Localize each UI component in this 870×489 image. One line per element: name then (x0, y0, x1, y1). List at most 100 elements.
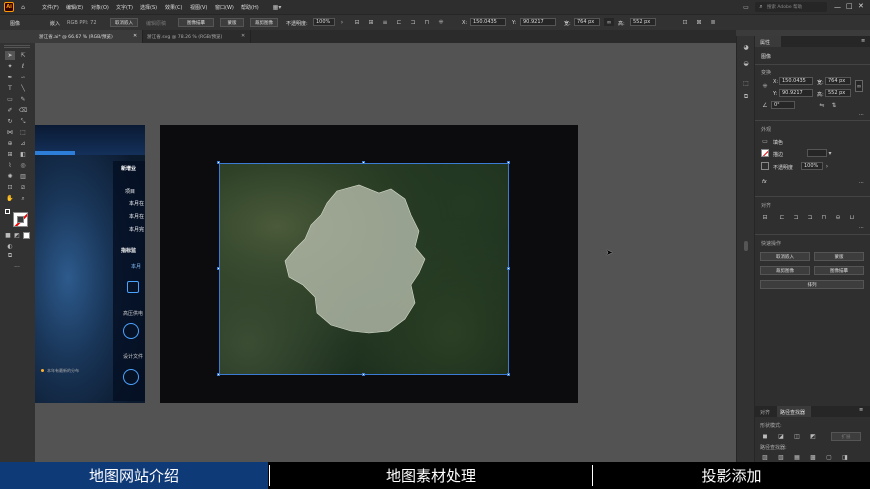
menu-item-edit[interactable]: 编辑(E) (66, 4, 83, 11)
color-panel-icon[interactable]: ◕ (740, 42, 752, 52)
artboard-tool-icon[interactable]: ⊡ (5, 183, 15, 192)
prop-y-input[interactable]: 90.9217 (779, 89, 813, 97)
close-button[interactable]: ✕ (858, 2, 864, 10)
eraser-tool-icon[interactable]: ⌫ (18, 106, 28, 115)
home-icon[interactable]: ⌂ (18, 2, 28, 12)
more-options-icon[interactable]: ··· (859, 225, 864, 231)
tab-document-ai[interactable]: 浙江省.ai* @ 66.67 % (RGB/预览) ✕ (35, 30, 143, 43)
align-icon[interactable]: ⊟ (352, 18, 362, 26)
menu-item-type[interactable]: 文字(T) (116, 4, 133, 11)
align-left-icon[interactable]: ⊏ (777, 213, 787, 221)
panel-menu-icon[interactable]: ≡ (861, 38, 865, 44)
lasso-tool-icon[interactable]: ℓ (18, 62, 28, 71)
rotate-tool-icon[interactable]: ↻ (5, 117, 15, 126)
main-artboard[interactable] (160, 125, 578, 403)
menu-item-view[interactable]: 视图(V) (190, 4, 207, 11)
zhejiang-region-overlay[interactable] (219, 163, 509, 375)
color-mode-icon[interactable]: ■ (4, 232, 12, 239)
libraries-panel-icon[interactable]: ◒ (740, 58, 752, 68)
resize-handle-br[interactable] (507, 373, 510, 376)
width-tool-icon[interactable]: ⋈ (5, 128, 15, 137)
minimize-button[interactable]: — (834, 3, 841, 11)
isolate-icon[interactable]: ⊡ (680, 18, 690, 26)
effects-fx-icon[interactable]: fx (762, 179, 767, 185)
workspace-switcher-icon[interactable]: ▦▾ (270, 2, 284, 12)
tab-close-icon[interactable]: ✕ (241, 33, 245, 39)
crop-image-button[interactable]: 裁剪图像 (250, 18, 278, 27)
control-h-input[interactable]: 552 px (630, 18, 656, 26)
resize-handle-tr[interactable] (507, 161, 510, 164)
stroke-swatch[interactable] (761, 149, 769, 157)
minus-back-icon[interactable]: ◨ (840, 453, 850, 461)
control-y-input[interactable]: 90.9217 (520, 18, 556, 26)
divide-icon[interactable]: ▨ (760, 453, 770, 461)
swatches-panel-icon[interactable]: ⬚ (740, 78, 752, 88)
control-x-input[interactable]: 150.0435 (470, 18, 506, 26)
arrange-documents-icon[interactable]: ▭ (741, 2, 751, 12)
draw-mode-icon[interactable]: ◐ (5, 242, 15, 250)
control-menu-icon[interactable]: ≣ (708, 18, 718, 26)
symbol-sprayer-tool-icon[interactable]: ✺ (5, 172, 15, 181)
fill-stroke-widget[interactable] (5, 209, 29, 231)
crop-icon[interactable]: ▩ (808, 453, 818, 461)
slice-tool-icon[interactable]: ⧄ (18, 183, 28, 192)
image-trace-button[interactable]: 图像描摹 (178, 18, 214, 27)
reference-point-icon[interactable]: ⁜ (760, 81, 770, 91)
control-w-input[interactable]: 764 px (574, 18, 600, 26)
opacity-input[interactable]: 100% (313, 18, 335, 26)
align-top-icon[interactable]: ⊓ (422, 18, 432, 26)
paintbrush-tool-icon[interactable]: ✎ (18, 95, 28, 104)
align-right-icon[interactable]: ⊐ (805, 213, 815, 221)
none-mode-icon[interactable] (23, 232, 30, 239)
satellite-image[interactable] (219, 163, 509, 375)
mask-button[interactable]: 蒙版 (220, 18, 244, 27)
swap-fill-stroke-icon[interactable] (5, 209, 10, 214)
opacity-input[interactable]: 100% (801, 162, 823, 170)
resize-handle-tl[interactable] (217, 161, 220, 164)
select-similar-icon[interactable]: ⊠ (694, 18, 704, 26)
stroke-weight-input[interactable] (807, 149, 827, 157)
line-tool-icon[interactable]: ╲ (18, 84, 28, 93)
stroke-swatch[interactable] (17, 216, 24, 223)
dock-scrollbar[interactable] (744, 241, 748, 251)
more-options-icon[interactable]: ··· (859, 112, 864, 118)
align-vcenter-icon[interactable]: ⊖ (833, 213, 843, 221)
panel-menu-icon[interactable]: ≡ (859, 407, 863, 413)
section-tab-processing[interactable]: 地图素材处理 (270, 462, 592, 489)
align-hcenter-icon[interactable]: ⊐ (791, 213, 801, 221)
qa-unembed-button[interactable]: 取消嵌入 (760, 252, 810, 261)
opacity-chevron-icon[interactable]: › (824, 162, 830, 170)
more-options-icon[interactable]: ··· (859, 180, 864, 186)
align-top-icon[interactable]: ⊓ (819, 213, 829, 221)
align-to-icon[interactable]: ⊟ (760, 213, 770, 221)
qa-arrange-button[interactable]: 排列 (760, 280, 864, 289)
type-tool-icon[interactable]: T (5, 84, 15, 93)
resize-handle-mr[interactable] (507, 267, 510, 270)
prop-h-input[interactable]: 552 px (825, 89, 851, 97)
align-bottom-icon[interactable]: ⊔ (847, 213, 857, 221)
menu-item-object[interactable]: 对象(O) (91, 4, 109, 11)
section-tab-shadow[interactable]: 投影添加 (593, 462, 870, 489)
tab-properties[interactable]: 属性 (755, 36, 781, 47)
layers-panel-icon[interactable]: ⧉ (740, 92, 752, 102)
toolbar-grip[interactable] (4, 45, 30, 48)
qa-mask-button[interactable]: 蒙版 (814, 252, 864, 261)
edit-toolbar-icon[interactable]: ··· (5, 263, 29, 271)
prop-w-input[interactable]: 764 px (825, 77, 851, 85)
transform-icon[interactable]: ⊞ (366, 18, 376, 26)
left-artboard[interactable]: 新增业 项目 本月在 本月在 本月完 指标监 本月 高压供电 设计文件 本年有最… (35, 125, 145, 403)
selection-tool-icon[interactable]: ➤ (5, 51, 15, 60)
pen-tool-icon[interactable]: ✒ (5, 73, 15, 82)
constrain-proportions-icon[interactable]: ∞ (604, 18, 614, 26)
opacity-chevron-icon[interactable]: › (338, 18, 346, 26)
qa-crop-button[interactable]: 裁剪图像 (760, 266, 810, 275)
align-left-icon[interactable]: ⊏ (394, 18, 404, 26)
outline-icon[interactable]: ▢ (824, 453, 834, 461)
flip-horizontal-icon[interactable]: ⇋ (817, 101, 827, 109)
prop-x-input[interactable]: 150.0435 (779, 77, 813, 85)
intersect-icon[interactable]: ◫ (792, 432, 802, 440)
menu-item-effect[interactable]: 效果(C) (165, 4, 182, 11)
minus-front-icon[interactable]: ◪ (776, 432, 786, 440)
tab-align[interactable]: 对齐 (760, 409, 770, 416)
stroke-weight-chevron-icon[interactable]: ▾ (827, 149, 833, 157)
